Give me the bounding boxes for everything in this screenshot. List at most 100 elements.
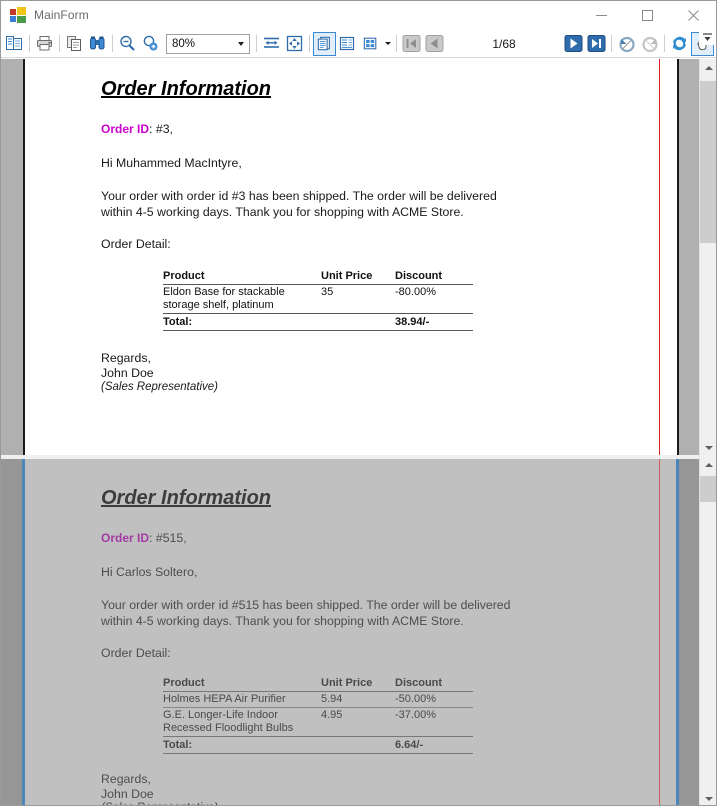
magnifier-plus-icon[interactable] — [139, 32, 162, 56]
total-spacer — [321, 736, 395, 754]
toolbar: 80% 1/68 — [1, 30, 716, 58]
toolbar-separator — [396, 35, 397, 52]
chevron-up-icon[interactable] — [700, 59, 716, 76]
greeting-text: Hi Carlos Soltero, — [101, 565, 198, 579]
app-grid-icon — [10, 7, 26, 23]
magnifier-minus-icon[interactable] — [116, 32, 139, 56]
page-title: Order Information — [101, 78, 272, 100]
header-unit-price: Unit Price — [321, 677, 395, 692]
page-panel-2: Order Information Order ID: #515, Hi Car… — [1, 459, 701, 805]
zoom-value: 80% — [172, 37, 196, 50]
page-border-right — [677, 59, 679, 455]
order-id-label: Order ID — [101, 122, 150, 136]
chevron-down-icon[interactable] — [700, 790, 716, 805]
table-row: Eldon Base for stackable storage shelf, … — [163, 285, 473, 314]
page-border-right-selected — [676, 459, 679, 805]
fit-page-icon[interactable] — [283, 32, 306, 56]
cell-discount: -50.00% — [395, 691, 473, 708]
cell-product: Eldon Base for stackable storage shelf, … — [163, 286, 285, 311]
toolbar-separator — [256, 35, 257, 52]
scrollbar-thumb[interactable] — [700, 81, 716, 243]
first-page-icon[interactable] — [400, 32, 423, 56]
page-sheet-2[interactable]: Order Information Order ID: #515, Hi Car… — [1, 459, 701, 805]
order-detail-label: Order Detail: — [101, 646, 171, 660]
scrollbar-thumb[interactable] — [700, 476, 716, 502]
document-map-icon[interactable] — [3, 32, 26, 56]
previous-page-icon[interactable] — [423, 32, 446, 56]
history-forward-icon[interactable] — [638, 32, 661, 56]
total-value: 38.94/- — [395, 313, 473, 331]
next-page-icon[interactable] — [562, 32, 585, 56]
close-icon[interactable] — [670, 1, 716, 30]
toolbar-separator — [59, 35, 60, 52]
body-line-1: Your order with order id #3 has been shi… — [101, 189, 497, 203]
grid-pages-dropdown-icon[interactable] — [382, 32, 393, 56]
continuous-page-icon[interactable] — [336, 32, 359, 56]
cell-discount: -37.00% — [395, 709, 436, 721]
header-product: Product — [163, 677, 321, 692]
signature-role: (Sales Representative) — [101, 381, 218, 393]
table-row: G.E. Longer-Life Indoor Recessed Floodli… — [163, 708, 473, 737]
table-total-row: Total: 38.94/- — [163, 313, 473, 331]
order-id-label: Order ID — [101, 531, 150, 545]
vertical-scrollbar-bottom[interactable] — [699, 456, 716, 805]
chevron-up-icon[interactable] — [700, 456, 716, 473]
order-id-value: : #3, — [149, 122, 173, 136]
toolbar-separator — [309, 35, 310, 52]
signature-name: John Doe — [101, 786, 154, 801]
page-number-input[interactable]: 1/68 — [456, 33, 552, 54]
page-gutter-left — [1, 59, 23, 455]
scroll-split-icon[interactable] — [699, 30, 716, 45]
page-gutter-right — [679, 459, 701, 805]
table-total-row: Total: 6.64/- — [163, 736, 473, 754]
header-unit-price: Unit Price — [321, 270, 395, 285]
chevron-down-icon[interactable] — [700, 439, 716, 456]
total-spacer — [321, 313, 395, 331]
toolbar-separator — [611, 35, 612, 52]
fit-width-icon[interactable] — [260, 32, 283, 56]
header-discount: Discount — [395, 677, 473, 692]
grid-pages-icon[interactable] — [359, 32, 382, 56]
single-page-icon[interactable] — [313, 31, 336, 56]
page-border-left-selected — [22, 459, 25, 805]
printer-icon[interactable] — [33, 32, 56, 56]
vertical-scrollbar-top[interactable] — [699, 59, 716, 456]
table-header-row: Product Unit Price Discount — [163, 270, 473, 285]
header-discount: Discount — [395, 270, 473, 285]
signature-role: (Sales Representative) — [101, 801, 661, 805]
zoom-select[interactable]: 80% — [166, 33, 250, 54]
title-bar: MainForm — [1, 1, 716, 30]
order-table: Product Unit Price Discount Eldon Base f… — [163, 270, 473, 331]
last-page-icon[interactable] — [585, 32, 608, 56]
maximize-icon[interactable] — [624, 1, 670, 30]
copy-icon[interactable] — [63, 32, 86, 56]
history-back-icon[interactable] — [615, 32, 638, 56]
total-label: Total: — [163, 313, 321, 331]
order-id-value: : #515, — [149, 531, 187, 545]
window-controls — [578, 1, 716, 30]
binoculars-icon[interactable] — [86, 32, 109, 56]
chevron-down-icon[interactable] — [233, 35, 249, 53]
main-window: MainForm 80% 1/68 Order Information Orde… — [0, 0, 717, 806]
minimize-icon[interactable] — [578, 1, 624, 30]
toolbar-separator — [112, 35, 113, 52]
page-border-left — [23, 59, 25, 455]
order-detail-label: Order Detail: — [101, 237, 171, 251]
toolbar-separator — [664, 35, 665, 52]
signature-regards: Regards, — [101, 772, 151, 786]
document-viewer: Order Information Order ID: #3, Hi Muham… — [1, 59, 716, 805]
toolbar-separator — [29, 35, 30, 52]
body-line-1: Your order with order id #515 has been s… — [101, 598, 511, 612]
margin-guide-line — [659, 59, 660, 455]
cell-unit-price: 35 — [321, 286, 334, 298]
signature-regards: Regards, — [101, 351, 151, 365]
page-sheet-1[interactable]: Order Information Order ID: #3, Hi Muham… — [1, 59, 701, 455]
page-panel-1: Order Information Order ID: #3, Hi Muham… — [1, 59, 701, 455]
table-row: Holmes HEPA Air Purifier 5.94 -50.00% — [163, 691, 473, 708]
page-title: Order Information — [101, 487, 272, 509]
signature-name: John Doe — [101, 365, 154, 380]
refresh-icon[interactable] — [668, 32, 691, 56]
header-product: Product — [163, 270, 321, 285]
cell-unit-price: 4.95 — [321, 709, 343, 721]
cell-discount: -80.00% — [395, 286, 436, 298]
